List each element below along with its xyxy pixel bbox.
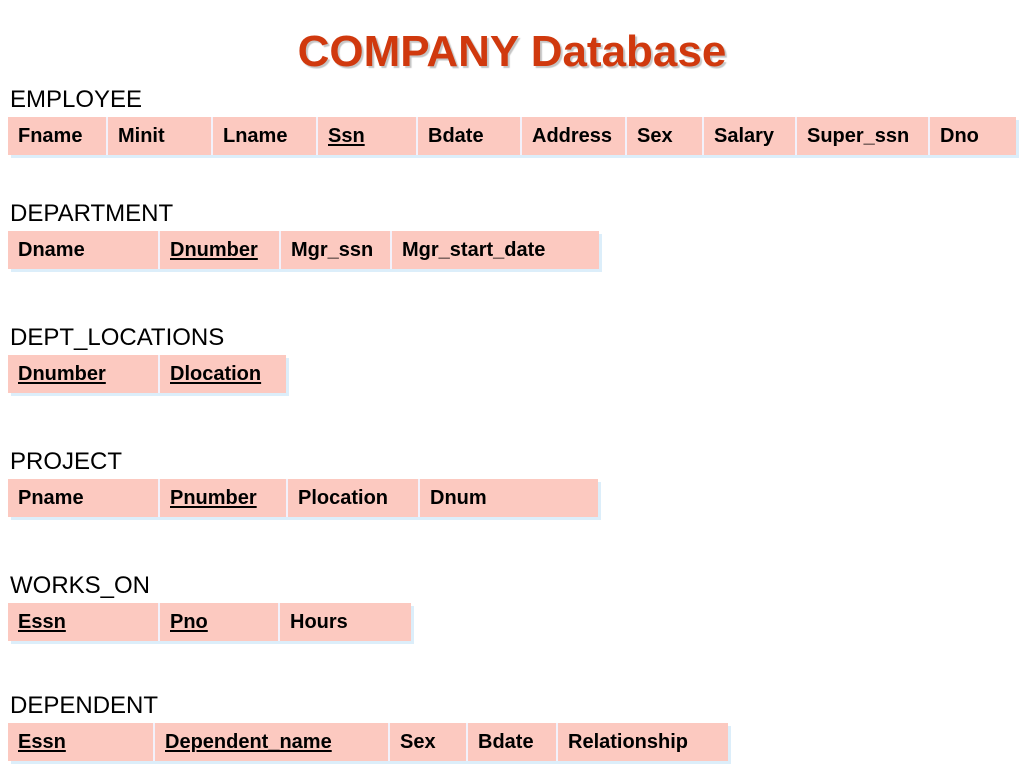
attribute-cell-employee-dno: Dno bbox=[930, 117, 1016, 155]
attribute-cell-dependent-relationship: Relationship bbox=[558, 723, 728, 761]
attribute-label: Mgr_ssn bbox=[291, 238, 374, 261]
attribute-cell-department-mgr-start-date: Mgr_start_date bbox=[392, 231, 599, 269]
attribute-cell-project-pnumber: Pnumber bbox=[160, 479, 288, 517]
attribute-label: Salary bbox=[714, 124, 775, 147]
relation-name-works-on: WORKS_ON bbox=[10, 572, 151, 599]
attribute-label: Pno bbox=[170, 610, 208, 633]
attribute-label: Sex bbox=[400, 730, 436, 753]
attribute-label: Dependent_name bbox=[165, 730, 332, 753]
attribute-label: Bdate bbox=[428, 124, 484, 147]
relation-works-on: WORKS_ON Essn Pno Hours bbox=[8, 572, 411, 641]
attribute-row-dept-locations: Dnumber Dlocation bbox=[8, 355, 286, 393]
attribute-cell-employee-bdate: Bdate bbox=[418, 117, 522, 155]
attribute-row-department: Dname Dnumber Mgr_ssn Mgr_start_date bbox=[8, 231, 599, 269]
attribute-label: Dnumber bbox=[170, 238, 258, 261]
attribute-label: Dname bbox=[18, 238, 85, 261]
attribute-label: Dlocation bbox=[170, 362, 262, 385]
attribute-label: Lname bbox=[223, 124, 288, 147]
attribute-label: Dnum bbox=[430, 486, 487, 509]
attribute-label: Sex bbox=[637, 124, 673, 147]
attribute-cell-employee-super-ssn: Super_ssn bbox=[797, 117, 930, 155]
relation-name-dependent: DEPENDENT bbox=[10, 692, 159, 719]
attribute-cell-dependent-dependent-name: Dependent_name bbox=[155, 723, 390, 761]
attribute-label: Hours bbox=[290, 610, 348, 633]
attribute-cell-dependent-sex: Sex bbox=[390, 723, 468, 761]
attribute-cell-employee-lname: Lname bbox=[213, 117, 318, 155]
attribute-cell-employee-sex: Sex bbox=[627, 117, 704, 155]
attribute-cell-employee-ssn: Ssn bbox=[318, 117, 418, 155]
attribute-cell-dept-locations-dnumber: Dnumber bbox=[8, 355, 160, 393]
attribute-cell-works-on-pno: Pno bbox=[160, 603, 280, 641]
attribute-label: Fname bbox=[18, 124, 83, 147]
attribute-cell-dependent-bdate: Bdate bbox=[468, 723, 558, 761]
attribute-cell-works-on-hours: Hours bbox=[280, 603, 411, 641]
attribute-cell-employee-fname: Fname bbox=[8, 117, 108, 155]
attribute-label: Relationship bbox=[568, 730, 689, 753]
attribute-label: Essn bbox=[18, 610, 66, 633]
attribute-row-dependent: Essn Dependent_name Sex Bdate Relationship bbox=[8, 723, 728, 761]
relation-dependent: DEPENDENT Essn Dependent_name Sex Bdate Relat… bbox=[8, 692, 728, 761]
relation-name-project: PROJECT bbox=[10, 448, 123, 475]
attribute-label: Mgr_start_date bbox=[402, 238, 546, 261]
attribute-row-project: Pname Pnumber Plocation Dnum bbox=[8, 479, 598, 517]
relation-department: DEPARTMENT Dname Dnumber Mgr_ssn Mgr_start_d… bbox=[8, 200, 599, 269]
attribute-cell-employee-salary: Salary bbox=[704, 117, 797, 155]
relation-name-dept-locations: DEPT_LOCATIONS bbox=[10, 324, 225, 351]
attribute-label: Super_ssn bbox=[807, 124, 910, 147]
attribute-label: Plocation bbox=[298, 486, 389, 509]
attribute-row-employee: Fname Minit Lname Ssn Bdate Address Sex Salary S… bbox=[8, 117, 1016, 155]
relation-name-employee: EMPLOYEE bbox=[10, 86, 143, 113]
attribute-cell-project-pname: Pname bbox=[8, 479, 160, 517]
attribute-cell-works-on-essn: Essn bbox=[8, 603, 160, 641]
relation-dept-locations: DEPT_LOCATIONS Dnumber Dlocation bbox=[8, 324, 286, 393]
attribute-label: Essn bbox=[18, 730, 66, 753]
attribute-label: Pname bbox=[18, 486, 84, 509]
attribute-row-works-on: Essn Pno Hours bbox=[8, 603, 411, 641]
attribute-label: Dnumber bbox=[18, 362, 106, 385]
attribute-cell-department-dnumber: Dnumber bbox=[160, 231, 281, 269]
relation-employee: EMPLOYEE Fname Minit Lname Ssn Bdate Address Se… bbox=[8, 86, 1016, 155]
attribute-cell-project-plocation: Plocation bbox=[288, 479, 420, 517]
attribute-cell-dependent-essn: Essn bbox=[8, 723, 155, 761]
attribute-label: Ssn bbox=[328, 124, 365, 147]
attribute-label: Address bbox=[532, 124, 613, 147]
attribute-label: Minit bbox=[118, 124, 165, 147]
attribute-cell-department-mgr-ssn: Mgr_ssn bbox=[281, 231, 392, 269]
attribute-cell-employee-address: Address bbox=[522, 117, 627, 155]
attribute-label: Pnumber bbox=[170, 486, 257, 509]
attribute-label: Bdate bbox=[478, 730, 534, 753]
attribute-label: Dno bbox=[940, 124, 979, 147]
attribute-cell-project-dnum: Dnum bbox=[420, 479, 598, 517]
attribute-cell-employee-minit: Minit bbox=[108, 117, 213, 155]
attribute-cell-dept-locations-dlocation: Dlocation bbox=[160, 355, 286, 393]
relation-name-department: DEPARTMENT bbox=[10, 200, 174, 227]
attribute-cell-department-dname: Dname bbox=[8, 231, 160, 269]
relation-project: PROJECT Pname Pnumber Plocation Dnum bbox=[8, 448, 598, 517]
page-title: COMPANY Database bbox=[297, 27, 727, 76]
